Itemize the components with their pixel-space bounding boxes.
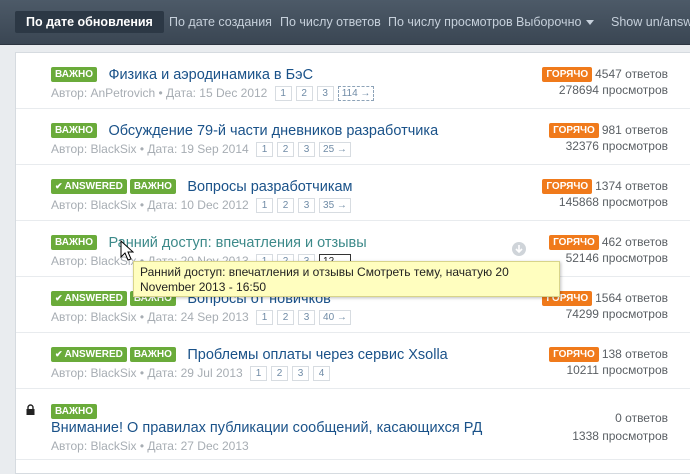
mouse-cursor-icon <box>120 240 134 261</box>
page-link[interactable]: 2 <box>271 366 289 382</box>
reply-count: 138 ответов <box>601 347 668 361</box>
sort-tabbar: По дате обновления По дате создания По ч… <box>0 0 690 45</box>
tab-custom-label: Выборочно <box>516 15 582 29</box>
page-link[interactable]: 1 <box>250 366 268 382</box>
hot-badge: ГОРЯЧО <box>549 123 599 139</box>
tab-by-creation-date[interactable]: По дате создания <box>169 11 272 33</box>
view-count: 32376 просмотров <box>565 139 668 153</box>
topic-title-link[interactable]: Проблемы оплаты через сервис Xsolla <box>187 347 447 363</box>
reply-count: 4547 ответов <box>595 67 668 81</box>
reply-count: 981 ответов <box>601 123 668 137</box>
view-count: 74299 просмотров <box>565 307 668 321</box>
view-count: 1338 просмотров <box>572 429 668 443</box>
view-count: 52146 просмотров <box>565 251 668 265</box>
hot-badge: ГОРЯЧО <box>549 347 599 363</box>
page-link[interactable]: 3 <box>298 198 316 214</box>
chevron-down-icon <box>586 20 595 26</box>
tab-by-replies[interactable]: По числу ответов <box>280 11 381 33</box>
page-link[interactable]: 3 <box>298 142 316 158</box>
page-link[interactable]: 1 <box>256 310 274 326</box>
answered-badge: ✔ ANSWERED <box>51 347 127 363</box>
reply-count: 1374 ответов <box>595 179 668 193</box>
topic-title-link[interactable]: Ранний доступ: впечатления и отзывы <box>108 235 366 251</box>
topic-meta: Автор: BlackSix • Дата: 10 Dec 2012 <box>51 198 249 212</box>
checkmark-icon: ✔ <box>55 293 63 304</box>
topic-title-link[interactable]: Внимание! О правилах публикации сообщени… <box>51 420 482 436</box>
topic-row: ✔ ANSWERED ВАЖНО Проблемы оплаты через сер… <box>16 333 690 389</box>
page-link[interactable]: 1 <box>256 198 274 214</box>
hot-badge: ГОРЯЧО <box>542 67 593 83</box>
topic-row: ВАЖНО Внимание! О правилах публикации со… <box>16 389 690 460</box>
last-page-link[interactable]: 35 → <box>319 198 351 214</box>
answered-label: ANSWERED <box>64 181 123 193</box>
topic-tooltip: Ранний доступ: впечатления и отзывы Смот… <box>133 261 560 297</box>
important-badge: ВАЖНО <box>51 123 97 139</box>
important-badge: ВАЖНО <box>51 404 97 420</box>
page-link[interactable]: 2 <box>277 142 295 158</box>
page-link[interactable]: 3 <box>292 366 310 382</box>
view-count: 10211 просмотров <box>566 363 668 377</box>
topic-title-link[interactable]: Физика и аэродинамика в БэС <box>108 67 313 83</box>
page-link[interactable]: 2 <box>277 310 295 326</box>
page-link[interactable]: 2 <box>295 86 313 102</box>
view-count: 278694 просмотров <box>558 83 668 97</box>
hot-badge: ГОРЯЧО <box>549 235 599 251</box>
topic-meta: Автор: BlackSix • Дата: 27 Dec 2013 <box>51 439 249 453</box>
tab-by-views[interactable]: По числу просмотров <box>388 11 513 33</box>
answered-badge: ✔ ANSWERED <box>51 291 127 307</box>
answered-label: ANSWERED <box>64 293 123 305</box>
topic-meta: Автор: BlackSix • Дата: 29 Jul 2013 <box>51 366 243 380</box>
important-badge: ВАЖНО <box>129 347 176 363</box>
important-badge: ВАЖНО <box>129 179 176 195</box>
topic-meta: Автор: BlackSix • Дата: 19 Sep 2014 <box>51 142 249 156</box>
topic-row: ВАЖНО Физика и аэродинамика в БэС Автор:… <box>16 53 690 109</box>
tab-by-update-date[interactable]: По дате обновления <box>15 11 164 33</box>
tab-custom[interactable]: Выборочно <box>516 11 595 33</box>
topic-title-link[interactable]: Вопросы разработчикам <box>187 179 352 195</box>
last-page-link[interactable]: 25 → <box>319 142 351 158</box>
tab-show-answered[interactable]: Show un/answe <box>611 11 690 33</box>
reply-count: 462 ответов <box>601 235 668 249</box>
topic-row: ВАЖНО Обсуждение 79-й части дневников ра… <box>16 109 690 165</box>
topic-meta: Автор: BlackSix • Дата: 24 Sep 2013 <box>51 310 249 324</box>
page-link[interactable]: 1 <box>274 86 292 102</box>
hot-badge: ГОРЯЧО <box>542 179 593 195</box>
page-link[interactable]: 3 <box>298 310 316 326</box>
arrow-down-icon <box>515 245 523 254</box>
important-badge: ВАЖНО <box>51 235 97 251</box>
page-link[interactable]: 2 <box>277 198 295 214</box>
last-page-link[interactable]: 114 → <box>337 86 375 102</box>
lock-icon <box>26 404 35 415</box>
view-count: 145868 просмотров <box>558 195 668 209</box>
topic-title-link[interactable]: Обсуждение 79-й части дневников разработ… <box>108 123 438 139</box>
important-badge: ВАЖНО <box>51 67 97 83</box>
topic-meta: Автор: AnPetrovich • Дата: 15 Dec 2012 <box>51 86 268 100</box>
last-page-link[interactable]: 40 → <box>319 310 351 326</box>
checkmark-icon: ✔ <box>55 349 63 360</box>
unread-arrow-icon[interactable] <box>512 242 526 256</box>
checkmark-icon: ✔ <box>55 181 63 192</box>
answered-badge: ✔ ANSWERED <box>51 179 127 195</box>
reply-count: 1564 ответов <box>595 291 668 305</box>
reply-count: 0 ответов <box>615 411 668 425</box>
topic-row: ✔ ANSWERED ВАЖНО Вопросы разработчикам Авт… <box>16 165 690 221</box>
answered-label: ANSWERED <box>64 349 123 361</box>
page-link[interactable]: 4 <box>313 366 331 382</box>
page-link[interactable]: 1 <box>256 142 274 158</box>
page-link[interactable]: 3 <box>316 86 334 102</box>
